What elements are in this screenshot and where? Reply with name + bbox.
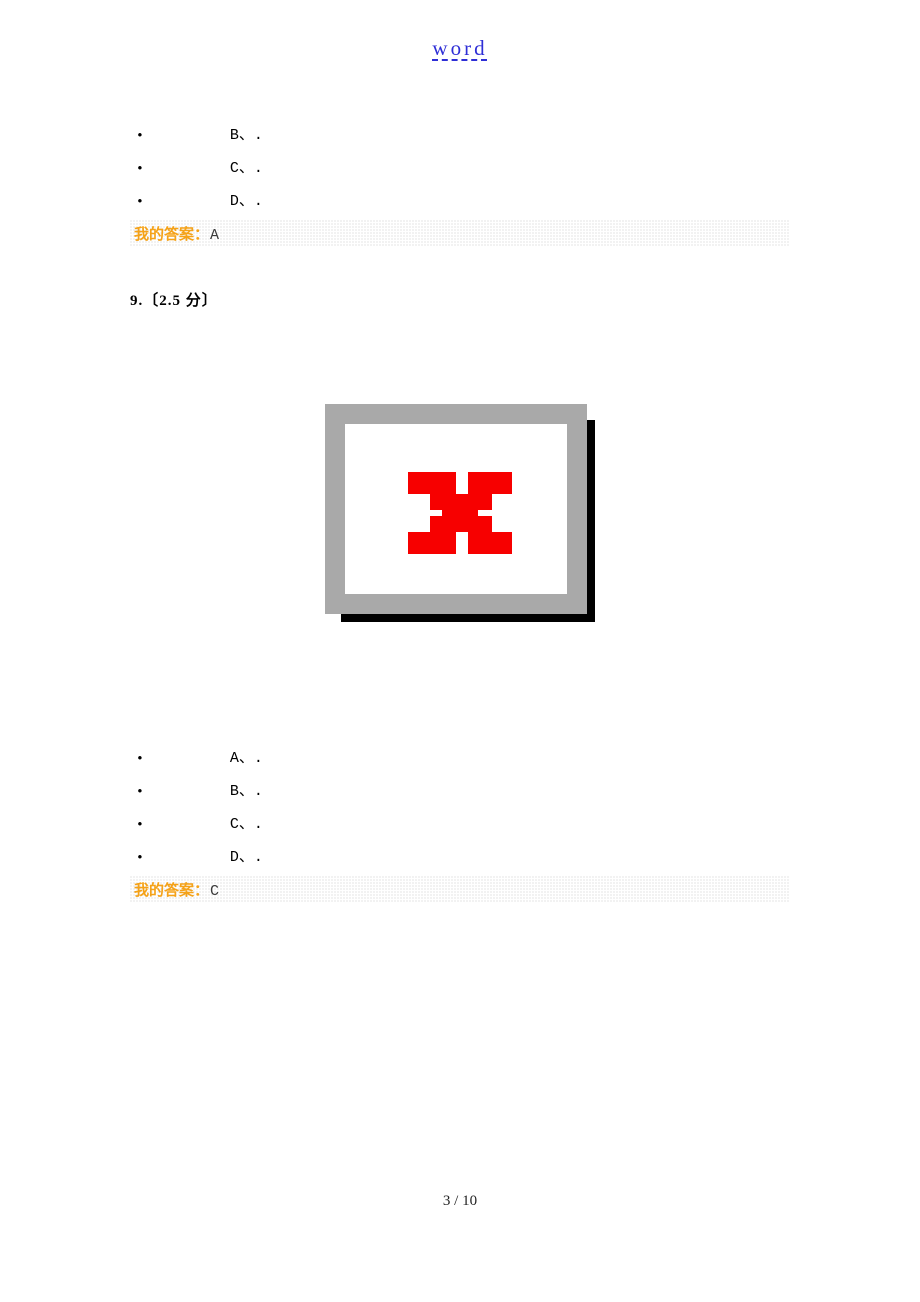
q9-image-wrap — [130, 404, 790, 622]
q9-options: A、. B、. C、. D、. — [130, 742, 790, 874]
header-link[interactable]: word — [432, 36, 487, 60]
list-item: C、. — [130, 808, 790, 841]
q8-options: B、. C、. D、. — [130, 119, 790, 218]
option-text: A、. — [230, 751, 263, 766]
q9-answer-row: 我的答案： C — [130, 876, 790, 903]
q9-heading: 9.〔2.5 分〕 — [130, 289, 790, 310]
q8-answer-row: 我的答案： A — [130, 220, 790, 247]
option-text: D、. — [230, 194, 263, 209]
option-text: C、. — [230, 817, 263, 832]
list-item: B、. — [130, 775, 790, 808]
broken-image-icon — [325, 404, 595, 622]
answer-label: 我的答案： — [134, 223, 209, 244]
option-text: D、. — [230, 850, 263, 865]
page-content: B、. C、. D、. 我的答案： A 9.〔2.5 分〕 A、. — [0, 119, 920, 903]
list-item: B、. — [130, 119, 790, 152]
answer-value: C — [210, 883, 219, 900]
page-footer: 3 / 10 — [0, 1193, 920, 1210]
list-item: A、. — [130, 742, 790, 775]
option-text: B、. — [230, 128, 263, 143]
list-item: D、. — [130, 185, 790, 218]
list-item: C、. — [130, 152, 790, 185]
x-icon — [400, 466, 520, 560]
answer-label: 我的答案： — [134, 879, 209, 900]
list-item: D、. — [130, 841, 790, 874]
page-header: word — [0, 0, 920, 61]
option-text: B、. — [230, 784, 263, 799]
option-text: C、. — [230, 161, 263, 176]
answer-value: A — [210, 227, 219, 244]
